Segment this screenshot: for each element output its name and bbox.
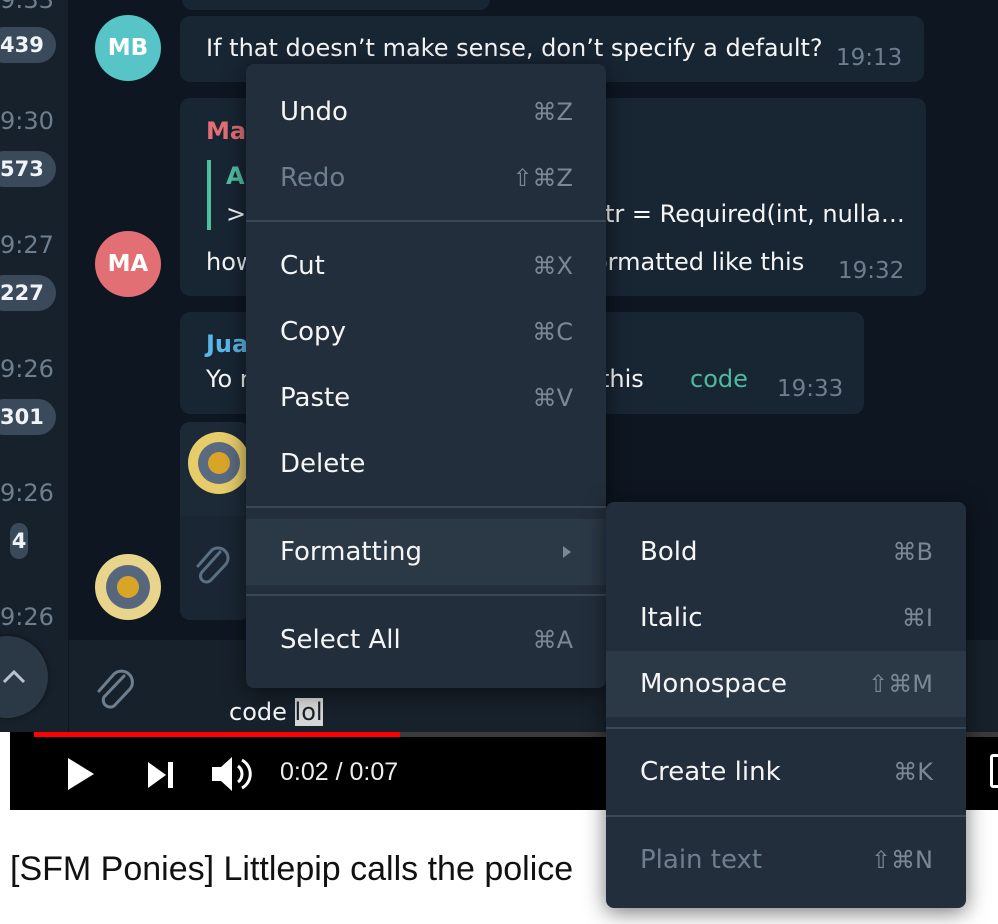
media-message[interactable] bbox=[180, 422, 250, 620]
menu-item-shortcut: ⌘A bbox=[532, 626, 573, 654]
menu-item-shortcut: ⇧⌘N bbox=[870, 846, 933, 874]
menu-separator bbox=[246, 220, 606, 222]
menu-item-monospace[interactable]: Monospace ⇧⌘M bbox=[606, 651, 966, 717]
video-time: 0:02 / 0:07 bbox=[280, 758, 399, 786]
submenu-arrow-icon bbox=[563, 546, 571, 558]
unread-badge: 4 bbox=[10, 523, 28, 559]
menu-item-label: Formatting bbox=[280, 537, 423, 567]
avatar-initials: MB bbox=[107, 35, 149, 61]
formatting-submenu: Bold ⌘B Italic ⌘I Monospace ⇧⌘M Create l… bbox=[606, 502, 966, 908]
menu-item-shortcut: ⇧⌘M bbox=[868, 670, 933, 698]
menu-item-label: Monospace bbox=[640, 669, 787, 699]
message-text-tail: this bbox=[600, 365, 644, 393]
menu-item-shortcut: ⇧⌘Z bbox=[512, 164, 573, 192]
input-text: code bbox=[229, 698, 295, 726]
next-icon[interactable] bbox=[146, 760, 176, 790]
avatar: MA bbox=[95, 231, 161, 297]
menu-item-shortcut: ⌘X bbox=[532, 252, 573, 280]
attach-icon[interactable] bbox=[91, 664, 139, 712]
sender-name: Jua bbox=[206, 330, 249, 358]
message-time: 19:33 bbox=[777, 376, 844, 402]
menu-separator bbox=[606, 727, 966, 729]
menu-item-bold[interactable]: Bold ⌘B bbox=[606, 519, 966, 585]
input-selection: lol bbox=[294, 698, 323, 726]
volume-icon[interactable] bbox=[210, 754, 254, 794]
menu-item-label: Redo bbox=[280, 163, 346, 193]
reply-bar bbox=[207, 160, 211, 230]
menu-item-formatting[interactable]: Formatting bbox=[246, 519, 606, 585]
avatar-initials: MA bbox=[107, 251, 149, 277]
menu-item-shortcut: ⌘C bbox=[532, 318, 573, 346]
unread-badge: 227 bbox=[0, 275, 56, 311]
chat-time: 9:26 bbox=[0, 355, 54, 383]
chat-time: 9:27 bbox=[0, 231, 54, 259]
menu-item-shortcut: ⌘B bbox=[892, 538, 933, 566]
miniplayer-icon[interactable] bbox=[990, 754, 998, 788]
menu-item-redo[interactable]: Redo ⇧⌘Z bbox=[246, 145, 606, 211]
chat-time: 9:26 bbox=[0, 479, 54, 507]
video-title: [SFM Ponies] Littlepip calls the police bbox=[10, 850, 574, 888]
menu-item-copy[interactable]: Copy ⌘C bbox=[246, 299, 606, 365]
menu-item-label: Bold bbox=[640, 537, 698, 567]
menu-item-plain-text[interactable]: Plain text ⇧⌘N bbox=[606, 827, 966, 893]
chat-time: 9:30 bbox=[0, 107, 54, 135]
menu-item-label: Copy bbox=[280, 317, 346, 347]
avatar bbox=[95, 554, 161, 620]
menu-item-select-all[interactable]: Select All ⌘A bbox=[246, 607, 606, 673]
menu-separator bbox=[246, 594, 606, 596]
avatar: MB bbox=[95, 15, 161, 81]
message-time: 19:32 bbox=[838, 258, 905, 284]
message-text-tail: ormatted like this bbox=[593, 248, 805, 276]
attachment-icon bbox=[196, 546, 230, 584]
menu-item-label: Italic bbox=[640, 603, 703, 633]
sticker-avatar bbox=[188, 432, 250, 494]
message-bubble-partial bbox=[182, 0, 490, 10]
menu-item-shortcut: ⌘V bbox=[532, 384, 573, 412]
reply-text-tail: tr = Required(int, nulla… bbox=[605, 200, 905, 228]
menu-item-italic[interactable]: Italic ⌘I bbox=[606, 585, 966, 651]
unread-badge: 439 bbox=[0, 27, 56, 63]
menu-item-shortcut: ⌘Z bbox=[532, 98, 573, 126]
chevron-up-icon bbox=[2, 669, 26, 684]
unread-badge: 301 bbox=[0, 399, 56, 435]
menu-item-label: Undo bbox=[280, 97, 348, 127]
inline-code: code bbox=[690, 365, 748, 393]
chat-list-sidebar: 9:33 439 9:30 573 9:27 227 9:26 301 9:26… bbox=[0, 0, 68, 732]
menu-separator bbox=[246, 506, 606, 508]
menu-item-paste[interactable]: Paste ⌘V bbox=[246, 365, 606, 431]
message-text: Yo r bbox=[206, 365, 250, 393]
menu-item-label: Cut bbox=[280, 251, 325, 281]
chat-time-partial: 9:33 bbox=[0, 0, 54, 14]
menu-item-cut[interactable]: Cut ⌘X bbox=[246, 233, 606, 299]
context-menu: Undo ⌘Z Redo ⇧⌘Z Cut ⌘X Copy ⌘C Paste ⌘V… bbox=[246, 64, 606, 688]
menu-item-shortcut: ⌘I bbox=[901, 604, 933, 632]
chat-time: 9:26 bbox=[0, 603, 54, 631]
sender-name: Ma bbox=[206, 117, 247, 145]
screenshot: 9:33 439 9:30 573 9:27 227 9:26 301 9:26… bbox=[0, 0, 998, 924]
menu-item-create-link[interactable]: Create link ⌘K bbox=[606, 739, 966, 805]
menu-item-label: Create link bbox=[640, 757, 781, 787]
menu-item-label: Paste bbox=[280, 383, 351, 413]
play-icon[interactable] bbox=[66, 756, 96, 792]
menu-item-label: Delete bbox=[280, 449, 366, 479]
scroll-up-button[interactable] bbox=[0, 636, 48, 718]
video-progress-bar bbox=[34, 732, 400, 737]
menu-item-undo[interactable]: Undo ⌘Z bbox=[246, 79, 606, 145]
message-time: 19:13 bbox=[836, 45, 903, 71]
message-text: If that doesn’t make sense, don’t specif… bbox=[206, 34, 823, 62]
menu-separator bbox=[606, 815, 966, 817]
unread-badge: 573 bbox=[0, 151, 56, 187]
menu-item-delete[interactable]: Delete bbox=[246, 431, 606, 497]
menu-item-label: Select All bbox=[280, 625, 401, 655]
menu-item-shortcut: ⌘K bbox=[893, 758, 933, 786]
menu-item-label: Plain text bbox=[640, 845, 763, 875]
